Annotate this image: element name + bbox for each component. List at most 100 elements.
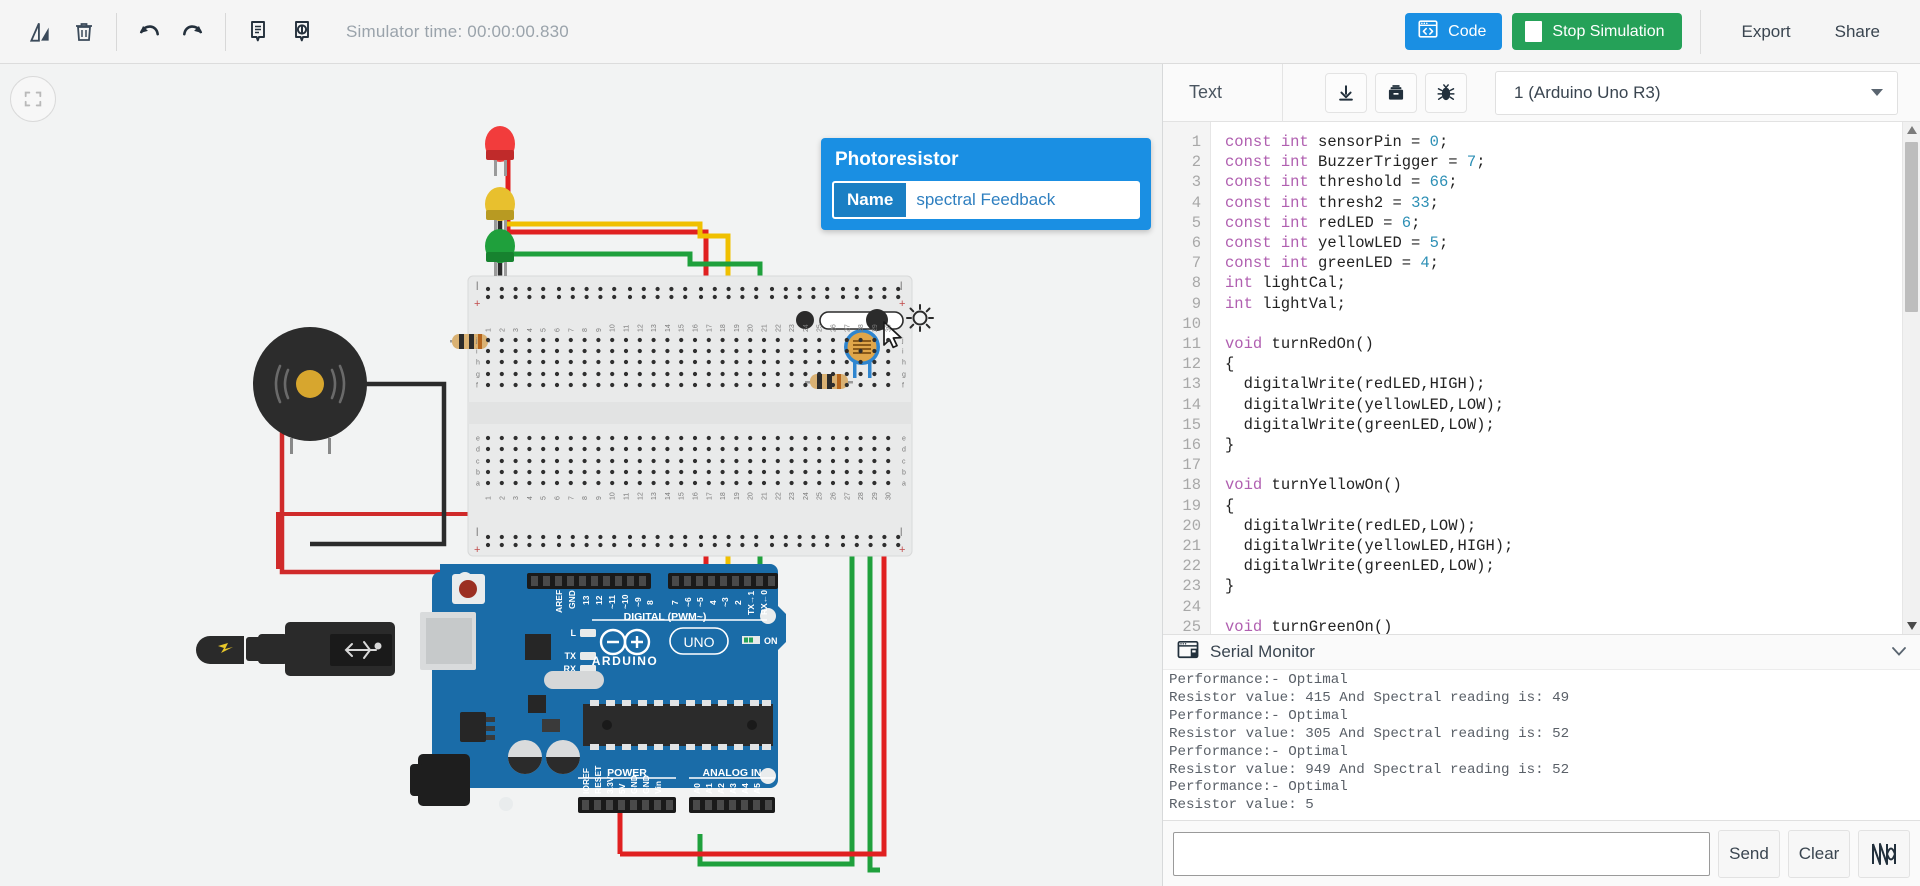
serial-monitor-icon xyxy=(1177,640,1199,665)
svg-text:h: h xyxy=(902,360,906,367)
serial-monitor-output: Performance:- Optimal Resistor value: 41… xyxy=(1163,670,1920,820)
svg-text:7: 7 xyxy=(568,496,575,500)
svg-text:4: 4 xyxy=(708,600,718,605)
circuit-canvas[interactable]: | + | + | + | + AREF GND 13 12 ~11 ~10 ~… xyxy=(0,64,1163,886)
line-number: 20 xyxy=(1182,516,1201,535)
code-line: int lightVal; xyxy=(1225,294,1346,313)
svg-text:5: 5 xyxy=(541,496,548,500)
svg-text:13: 13 xyxy=(651,324,658,332)
svg-text:15: 15 xyxy=(679,492,686,500)
svg-text:1: 1 xyxy=(486,496,493,500)
svg-text:11: 11 xyxy=(624,325,631,332)
waveform-icon[interactable] xyxy=(1858,829,1910,878)
line-number: 18 xyxy=(1182,476,1201,495)
toolbar-divider-2 xyxy=(225,12,226,51)
svg-text:b: b xyxy=(902,470,906,477)
code-line: const int greenLED = 4; xyxy=(1225,254,1439,273)
svg-text:a: a xyxy=(902,481,906,488)
notes-icon[interactable] xyxy=(236,10,280,54)
board-selector[interactable]: 1 (Arduino Uno R3) xyxy=(1495,70,1898,115)
code-line: const int sensorPin = 0; xyxy=(1225,133,1449,151)
debug-bug-icon[interactable] xyxy=(1425,72,1468,113)
line-number: 13 xyxy=(1182,375,1201,394)
code-line: digitalWrite(redLED,LOW); xyxy=(1225,516,1477,535)
code-text-area[interactable]: const int sensorPin = 0; const int Buzzer… xyxy=(1211,122,1902,634)
svg-text:2: 2 xyxy=(499,496,506,500)
svg-text:28: 28 xyxy=(858,492,865,500)
svg-text:|: | xyxy=(900,526,902,536)
code-line: void turnGreenOn() xyxy=(1225,617,1393,634)
serial-monitor-collapse-icon[interactable] xyxy=(1892,643,1906,661)
svg-text:+: + xyxy=(474,544,480,556)
serial-monitor-header[interactable]: Serial Monitor xyxy=(1163,634,1920,670)
download-icon[interactable] xyxy=(1325,72,1368,113)
svg-text:14: 14 xyxy=(665,492,672,500)
redo-icon[interactable] xyxy=(171,10,215,54)
scroll-down-arrow[interactable] xyxy=(1903,618,1920,634)
svg-text:d: d xyxy=(902,447,906,454)
name-input[interactable] xyxy=(906,183,1138,217)
scrollbar-thumb[interactable] xyxy=(1905,142,1918,312)
inspect-icon[interactable] xyxy=(280,10,324,54)
line-number: 7 xyxy=(1191,254,1201,273)
line-number: 4 xyxy=(1191,193,1201,212)
svg-text:22: 22 xyxy=(775,324,782,332)
library-icon[interactable] xyxy=(1375,72,1418,113)
svg-text:d: d xyxy=(476,447,480,454)
svg-text:4: 4 xyxy=(527,328,534,332)
svg-text:12: 12 xyxy=(637,492,644,500)
code-button[interactable]: Code xyxy=(1405,13,1503,50)
svg-text:19: 19 xyxy=(734,492,741,500)
code-line: const int BuzzerTrigger = 7; xyxy=(1225,153,1486,172)
line-number: 14 xyxy=(1182,395,1201,414)
line-number: 2 xyxy=(1191,153,1201,172)
code-editor[interactable]: 1 2 3 4 5 6 7 8 9 10 11 12 13 14 15 16 17 18 19 20 21 22 23 24 2… xyxy=(1163,122,1920,634)
arduino-uno-board: AREF GND 13 12 ~11 ~10 ~9 8 7 ~6 ~5 4 ~3… xyxy=(410,564,786,813)
delete-icon[interactable] xyxy=(62,10,106,54)
svg-text:g: g xyxy=(902,372,906,379)
svg-text:8: 8 xyxy=(582,328,589,332)
svg-text:L: L xyxy=(571,628,577,638)
board-selector-label: 1 (Arduino Uno R3) xyxy=(1514,82,1661,102)
svg-text:25: 25 xyxy=(817,492,824,500)
code-line: digitalWrite(redLED,HIGH); xyxy=(1225,375,1486,394)
svg-text:12: 12 xyxy=(594,595,604,605)
send-button[interactable]: Send xyxy=(1718,829,1780,878)
svg-text:RESET: RESET xyxy=(593,765,603,794)
code-button-label: Code xyxy=(1448,22,1487,40)
code-line: const int thresh2 = 33; xyxy=(1225,193,1439,212)
line-number: 11 xyxy=(1182,335,1201,354)
chevron-down-icon xyxy=(1871,89,1883,96)
clear-button[interactable]: Clear xyxy=(1788,829,1850,878)
fit-to-screen-button[interactable] xyxy=(10,76,56,122)
svg-text:+: + xyxy=(899,298,905,310)
share-button[interactable]: Share xyxy=(1813,10,1902,54)
line-number: 1 xyxy=(1191,133,1201,151)
svg-text:24: 24 xyxy=(803,492,810,500)
svg-text:b: b xyxy=(476,470,480,477)
code-line: int lightCal; xyxy=(1225,274,1346,293)
svg-text:25: 25 xyxy=(817,324,824,332)
svg-text:ON: ON xyxy=(764,636,778,646)
code-line: digitalWrite(greenLED,LOW); xyxy=(1225,415,1495,434)
stop-simulation-button[interactable]: Stop Simulation xyxy=(1512,13,1683,50)
serial-send-input[interactable] xyxy=(1173,831,1710,876)
line-number: 16 xyxy=(1182,436,1201,455)
svg-text:|: | xyxy=(900,280,902,290)
svg-text:10: 10 xyxy=(610,324,617,332)
undo-icon[interactable] xyxy=(127,10,171,54)
scroll-up-arrow[interactable] xyxy=(1903,122,1920,138)
svg-text:17: 17 xyxy=(706,492,713,500)
editor-mode-label[interactable]: Text xyxy=(1163,82,1222,103)
export-button[interactable]: Export xyxy=(1719,10,1812,54)
code-panel: Text 1 (Arduino Uno R3) 1 2 3 4 5 6 7 8 … xyxy=(1163,63,1920,886)
rotate-icon[interactable] xyxy=(18,10,62,54)
serial-monitor-toolbar: Send Clear xyxy=(1163,820,1920,886)
svg-text:23: 23 xyxy=(789,492,796,500)
photoresistor-popup[interactable]: Photoresistor Name xyxy=(821,138,1151,230)
editor-scrollbar[interactable] xyxy=(1902,122,1920,634)
svg-text:22: 22 xyxy=(775,492,782,500)
svg-text:~11: ~11 xyxy=(607,595,617,609)
svg-text:16: 16 xyxy=(693,492,700,500)
